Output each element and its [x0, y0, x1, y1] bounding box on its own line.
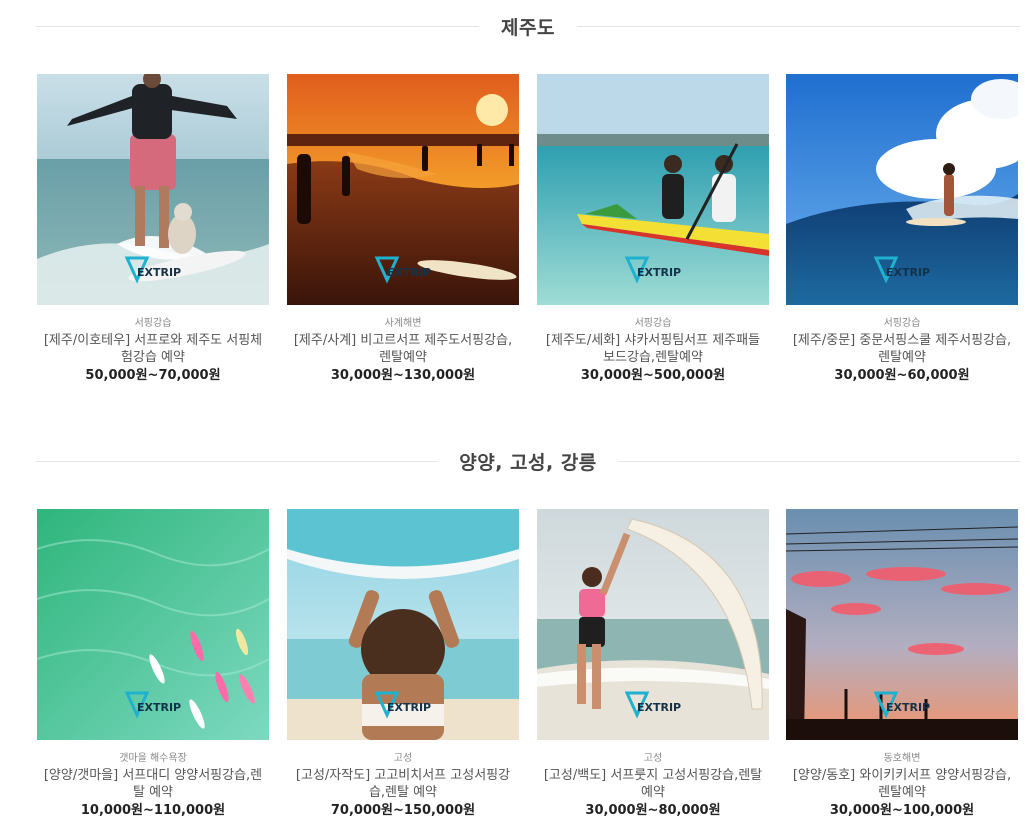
extrip-logo: EXTRIP [374, 691, 431, 719]
product-category: 고성 [393, 753, 413, 764]
product-price: 70,000원~150,000원 [330, 803, 476, 818]
product-price: 10,000원~110,000원 [80, 803, 226, 818]
product-name-link[interactable]: [제주도/세화] 샤카서핑팀서프 제주패들보드강습,렌탈예약 [537, 332, 769, 366]
product-card[interactable]: EXTRIP 고성 [고성/자작도] 고고비치서프 고성서핑강습,렌탈 예약 7… [287, 509, 519, 819]
product-name-link[interactable]: [양양/갯마을] 서프대디 양양서핑강습,렌탈 예약 [37, 767, 269, 801]
product-image-aerial-surfboards[interactable]: EXTRIP [37, 509, 269, 740]
product-image-wave-surfer[interactable]: EXTRIP [786, 74, 1018, 305]
product-image-paddleboard[interactable]: EXTRIP [537, 74, 769, 305]
svg-text:EXTRIP: EXTRIP [387, 701, 431, 714]
svg-text:EXTRIP: EXTRIP [637, 266, 681, 279]
product-name-link[interactable]: [양양/동호] 와이키키서프 양양서핑강습,렌탈예약 [786, 767, 1018, 801]
product-card[interactable]: EXTRIP 갯마을 해수욕장 [양양/갯마을] 서프대디 양양서핑강습,렌탈 … [37, 509, 269, 819]
product-category: 고성 [643, 753, 663, 764]
section-header-jeju: 제주도 [36, 11, 1021, 41]
product-image-board-overhead[interactable]: EXTRIP [287, 509, 519, 740]
product-price: 30,000원~500,000원 [580, 368, 726, 383]
extrip-logo: EXTRIP [873, 256, 930, 284]
product-price: 30,000원~100,000원 [829, 803, 975, 818]
divider [36, 25, 480, 27]
section-title: 양양, 고성, 강릉 [459, 451, 597, 474]
product-category: 동호해변 [883, 753, 921, 764]
product-price: 50,000원~70,000원 [85, 368, 221, 383]
product-category: 갯마을 해수욕장 [119, 753, 187, 764]
product-price: 30,000원~130,000원 [330, 368, 476, 383]
product-name-link[interactable]: [제주/이호테우] 서프로와 제주도 서핑체험강습 예약 [37, 332, 269, 366]
product-card[interactable]: EXTRIP 동호해변 [양양/동호] 와이키키서프 양양서핑강습,렌탈예약 3… [786, 509, 1018, 819]
svg-text:EXTRIP: EXTRIP [137, 266, 181, 279]
product-image-sunset-beach[interactable]: EXTRIP [287, 74, 519, 305]
product-image-surf-dog[interactable]: EXTRIP [37, 74, 269, 305]
product-category: 서핑강습 [634, 318, 672, 329]
product-name-link[interactable]: [제주/사계] 비고르서프 제주도서핑강습, 렌탈예약 [287, 332, 519, 366]
product-category: 서핑강습 [134, 318, 172, 329]
svg-text:EXTRIP: EXTRIP [387, 266, 431, 279]
product-name-link[interactable]: [고성/자작도] 고고비치서프 고성서핑강습,렌탈 예약 [287, 767, 519, 801]
product-price: 30,000원~60,000원 [834, 368, 970, 383]
extrip-logo: EXTRIP [624, 256, 681, 284]
product-image-dusk-sky[interactable]: EXTRIP [786, 509, 1018, 740]
extrip-logo: EXTRIP [124, 256, 181, 284]
extrip-logo: EXTRIP [873, 691, 930, 719]
product-card[interactable]: EXTRIP 서핑강습 [제주/중문] 중문서핑스쿨 제주서핑강습,렌탈예약 3… [786, 74, 1018, 384]
svg-text:EXTRIP: EXTRIP [886, 701, 930, 714]
divider [618, 460, 1021, 462]
section-header-yangyang: 양양, 고성, 강릉 [36, 446, 1021, 476]
svg-text:EXTRIP: EXTRIP [637, 701, 681, 714]
svg-text:EXTRIP: EXTRIP [886, 266, 930, 279]
extrip-logo: EXTRIP [374, 256, 431, 284]
divider [36, 460, 438, 462]
product-name-link[interactable]: [제주/중문] 중문서핑스쿨 제주서핑강습,렌탈예약 [786, 332, 1018, 366]
product-category: 서핑강습 [883, 318, 921, 329]
product-image-surfer-woman[interactable]: EXTRIP [537, 509, 769, 740]
product-category: 사계해변 [384, 318, 422, 329]
product-card[interactable]: EXTRIP 고성 [고성/백도] 서프룻지 고성서핑강습,렌탈예약 30,00… [537, 509, 769, 819]
extrip-logo: EXTRIP [124, 691, 181, 719]
svg-text:EXTRIP: EXTRIP [137, 701, 181, 714]
product-card[interactable]: EXTRIP 사계해변 [제주/사계] 비고르서프 제주도서핑강습, 렌탈예약 … [287, 74, 519, 384]
product-card[interactable]: EXTRIP 서핑강습 [제주/이호테우] 서프로와 제주도 서핑체험강습 예약… [37, 74, 269, 384]
product-card[interactable]: EXTRIP 서핑강습 [제주도/세화] 샤카서핑팀서프 제주패들보드강습,렌탈… [537, 74, 769, 384]
product-price: 30,000원~80,000원 [585, 803, 721, 818]
extrip-logo: EXTRIP [624, 691, 681, 719]
section-title: 제주도 [501, 16, 555, 39]
product-name-link[interactable]: [고성/백도] 서프룻지 고성서핑강습,렌탈예약 [537, 767, 769, 801]
divider [576, 25, 1021, 27]
